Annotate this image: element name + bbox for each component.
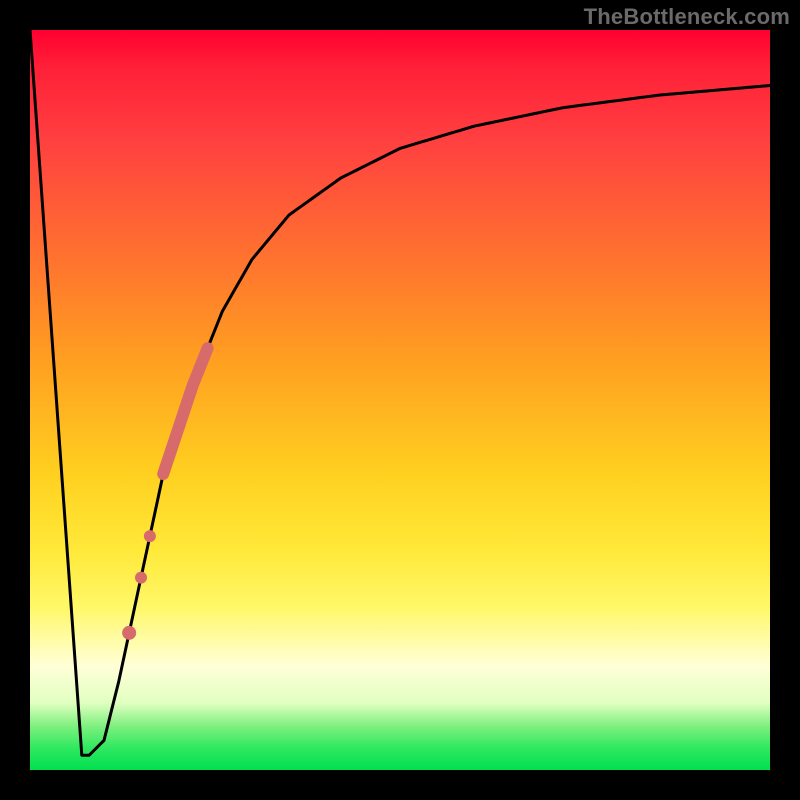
highlight-dot — [122, 626, 136, 640]
highlight-markers — [122, 348, 207, 640]
chart-frame: TheBottleneck.com — [0, 0, 800, 800]
bottleneck-curve — [30, 30, 770, 755]
highlight-dot — [135, 572, 147, 584]
highlight-dot — [144, 530, 156, 542]
plot-area — [30, 30, 770, 770]
curve-layer — [30, 30, 770, 770]
highlight-thick-segment — [163, 348, 207, 474]
watermark-text: TheBottleneck.com — [584, 4, 790, 30]
